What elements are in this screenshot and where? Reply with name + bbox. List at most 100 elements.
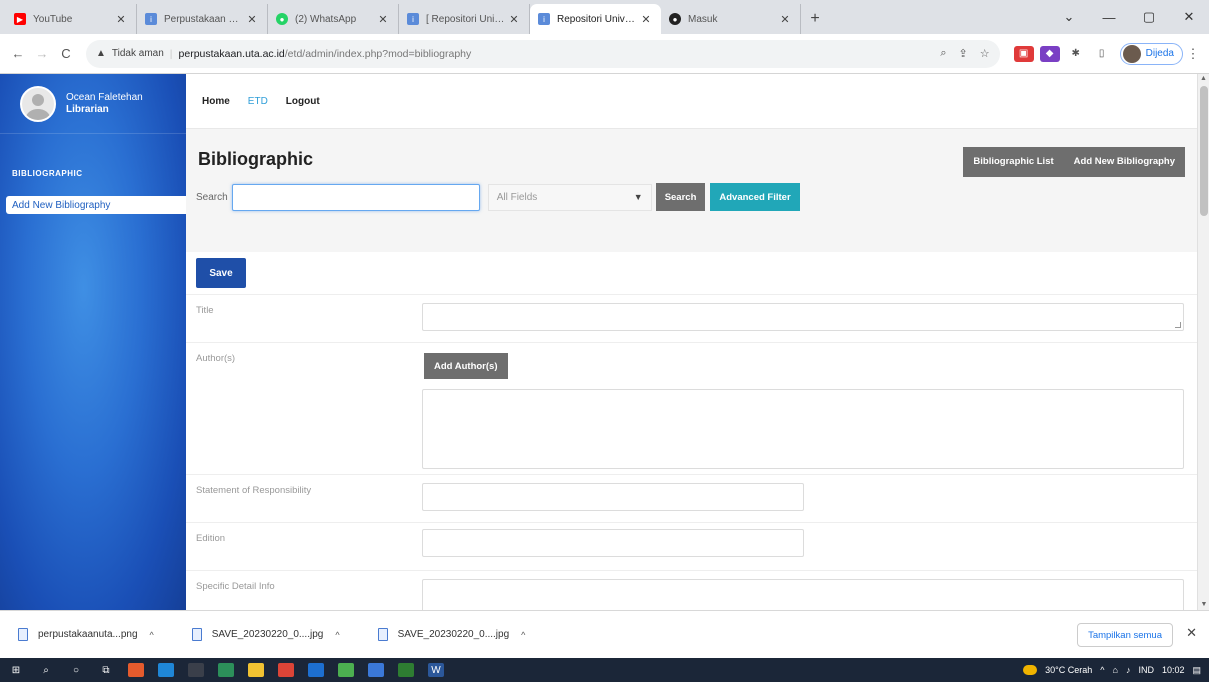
- language-indicator[interactable]: IND: [1138, 665, 1154, 675]
- puzzle-extensions-icon[interactable]: ✱: [1066, 46, 1086, 62]
- windows-start-icon[interactable]: ⊞: [8, 663, 24, 677]
- scrollbar-thumb[interactable]: [1200, 86, 1208, 216]
- save-button[interactable]: Save: [196, 258, 246, 288]
- tab-label: Repositori Universita...: [557, 13, 639, 25]
- nav-home-link[interactable]: Home: [202, 96, 230, 107]
- tab-close-icon[interactable]: ✕: [245, 13, 259, 26]
- warning-icon[interactable]: ▲: [96, 48, 106, 59]
- new-tab-button[interactable]: +: [801, 4, 829, 34]
- download-item[interactable]: perpustakaanuta...png ^: [18, 628, 154, 641]
- app-icon[interactable]: [398, 663, 414, 677]
- browser-tab-repositori-active[interactable]: i Repositori Universita... ✕: [530, 4, 661, 34]
- edge-browser-icon[interactable]: [158, 663, 174, 677]
- browser-tab-repositori-1[interactable]: i [ Repositori Universi... ✕: [399, 4, 530, 34]
- maximize-button[interactable]: ▢: [1129, 9, 1169, 25]
- task-view-icon[interactable]: ⧉: [98, 663, 114, 677]
- profile-button[interactable]: Dijeda: [1119, 42, 1183, 65]
- store-icon[interactable]: [188, 663, 204, 677]
- youtube-favicon-icon: ▶: [14, 13, 26, 25]
- bookmark-star-icon[interactable]: ☆: [980, 47, 990, 60]
- download-item[interactable]: SAVE_20230220_0....jpg ^: [191, 628, 340, 641]
- browser-tab-masuk[interactable]: ● Masuk ✕: [661, 4, 801, 34]
- back-icon[interactable]: ←: [6, 46, 30, 61]
- pdf-extension-icon[interactable]: ▣: [1013, 45, 1034, 62]
- app-icon[interactable]: [308, 663, 324, 677]
- windows-taskbar: ⊞ ⌕ ○ ⧉ W 30°C Cerah ^ ⌂ ♪ IND 10:02 ▤: [0, 658, 1209, 682]
- file-explorer-icon[interactable]: [248, 663, 264, 677]
- address-bar[interactable]: ▲ Tidak aman | perpustakaan.uta.ac.id /e…: [86, 39, 1000, 68]
- chevron-up-icon[interactable]: ^: [521, 630, 525, 640]
- minimize-button[interactable]: —: [1089, 10, 1129, 25]
- field-row-title: Title: [186, 294, 1197, 342]
- tab-label: [ Repositori Universi...: [426, 13, 507, 25]
- top-nav: Home ETD Logout: [186, 74, 1197, 128]
- download-item[interactable]: SAVE_20230220_0....jpg ^: [377, 628, 525, 641]
- download-filename: SAVE_20230220_0....jpg: [397, 629, 510, 640]
- weather-text[interactable]: 30°C Cerah: [1045, 665, 1092, 675]
- edition-input[interactable]: [422, 529, 804, 557]
- notification-icon[interactable]: ▤: [1192, 665, 1201, 676]
- page-header: Bibliographic Bibliographic List Add New …: [186, 128, 1197, 252]
- download-filename: perpustakaanuta...png: [38, 629, 138, 640]
- browser-menu-icon[interactable]: ⋮: [1183, 46, 1203, 62]
- browser-tab-whatsapp[interactable]: ● (2) WhatsApp ✕: [268, 4, 399, 34]
- share-icon[interactable]: ⇪: [959, 47, 968, 60]
- scroll-down-icon[interactable]: ▼: [1198, 600, 1209, 610]
- add-authors-button[interactable]: Add Author(s): [424, 353, 508, 379]
- nav-logout-link[interactable]: Logout: [286, 96, 320, 107]
- tray-chevron-icon[interactable]: ^: [1100, 665, 1104, 675]
- sidebar-item-add-new-bibliography[interactable]: Add New Bibliography: [6, 196, 186, 214]
- globe-favicon-icon: ●: [669, 13, 681, 25]
- tab-close-icon[interactable]: ✕: [376, 13, 390, 26]
- user-info: Ocean Faletehan Librarian: [66, 92, 143, 116]
- whatsapp-favicon-icon: ●: [276, 13, 288, 25]
- show-all-downloads-button[interactable]: Tampilkan semua: [1077, 623, 1173, 647]
- advanced-filter-button[interactable]: Advanced Filter: [710, 183, 800, 211]
- security-label[interactable]: Tidak aman: [112, 48, 164, 59]
- zoom-icon[interactable]: ⌕: [940, 47, 946, 60]
- title-textarea[interactable]: [422, 303, 1184, 331]
- network-icon[interactable]: ⌂: [1113, 665, 1118, 675]
- app-icon[interactable]: [128, 663, 144, 677]
- chevron-up-icon[interactable]: ^: [335, 630, 339, 640]
- tab-label: (2) WhatsApp: [295, 13, 357, 25]
- resize-handle-icon[interactable]: [1175, 322, 1181, 328]
- word-icon[interactable]: W: [428, 663, 444, 677]
- field-label: Specific Detail Info: [196, 581, 275, 592]
- weather-icon[interactable]: [1023, 665, 1038, 675]
- side-panel-icon[interactable]: ▯: [1092, 46, 1112, 62]
- page-scrollbar[interactable]: ▲ ▼: [1197, 74, 1209, 610]
- tab-close-icon[interactable]: ✕: [639, 13, 653, 26]
- chevron-up-icon[interactable]: ^: [150, 630, 154, 640]
- close-downloads-icon[interactable]: ✕: [1186, 625, 1197, 641]
- app-icon[interactable]: [218, 663, 234, 677]
- extension-icon[interactable]: ◆: [1039, 45, 1060, 62]
- close-window-button[interactable]: ✕: [1169, 9, 1209, 25]
- specific-detail-info-textarea[interactable]: [422, 579, 1184, 610]
- search-button[interactable]: Search: [655, 183, 706, 211]
- cortana-icon[interactable]: ○: [68, 663, 84, 677]
- tab-close-icon[interactable]: ✕: [778, 13, 792, 26]
- nav-etd-link[interactable]: ETD: [248, 96, 268, 107]
- clock-time[interactable]: 10:02: [1162, 665, 1185, 675]
- browser-tab-youtube[interactable]: ▶ YouTube ✕: [6, 4, 137, 34]
- search-input[interactable]: [231, 183, 480, 211]
- photos-icon[interactable]: [368, 663, 384, 677]
- browser-tab-perpustakaan[interactable]: i Perpustakaan Univer... ✕: [137, 4, 268, 34]
- tab-close-icon[interactable]: ✕: [114, 13, 128, 26]
- statement-of-responsibility-input[interactable]: [422, 483, 804, 511]
- search-icon[interactable]: ⌕: [38, 663, 54, 677]
- search-bar: Search All Fields ▼ Search Advanced Filt…: [196, 183, 800, 211]
- volume-icon[interactable]: ♪: [1126, 665, 1131, 675]
- user-name: Ocean Faletehan: [66, 91, 143, 103]
- tab-search-icon[interactable]: ⌄: [1049, 9, 1089, 25]
- scroll-up-icon[interactable]: ▲: [1198, 74, 1209, 84]
- forward-icon[interactable]: →: [30, 46, 54, 61]
- reload-icon[interactable]: C: [54, 46, 78, 61]
- bibliographic-list-button[interactable]: Bibliographic List: [963, 147, 1064, 177]
- add-new-bibliography-button[interactable]: Add New Bibliography: [1063, 147, 1185, 177]
- app-icon[interactable]: [338, 663, 354, 677]
- tab-close-icon[interactable]: ✕: [507, 13, 521, 26]
- chrome-icon[interactable]: [278, 663, 294, 677]
- field-select[interactable]: All Fields ▼: [487, 183, 652, 211]
